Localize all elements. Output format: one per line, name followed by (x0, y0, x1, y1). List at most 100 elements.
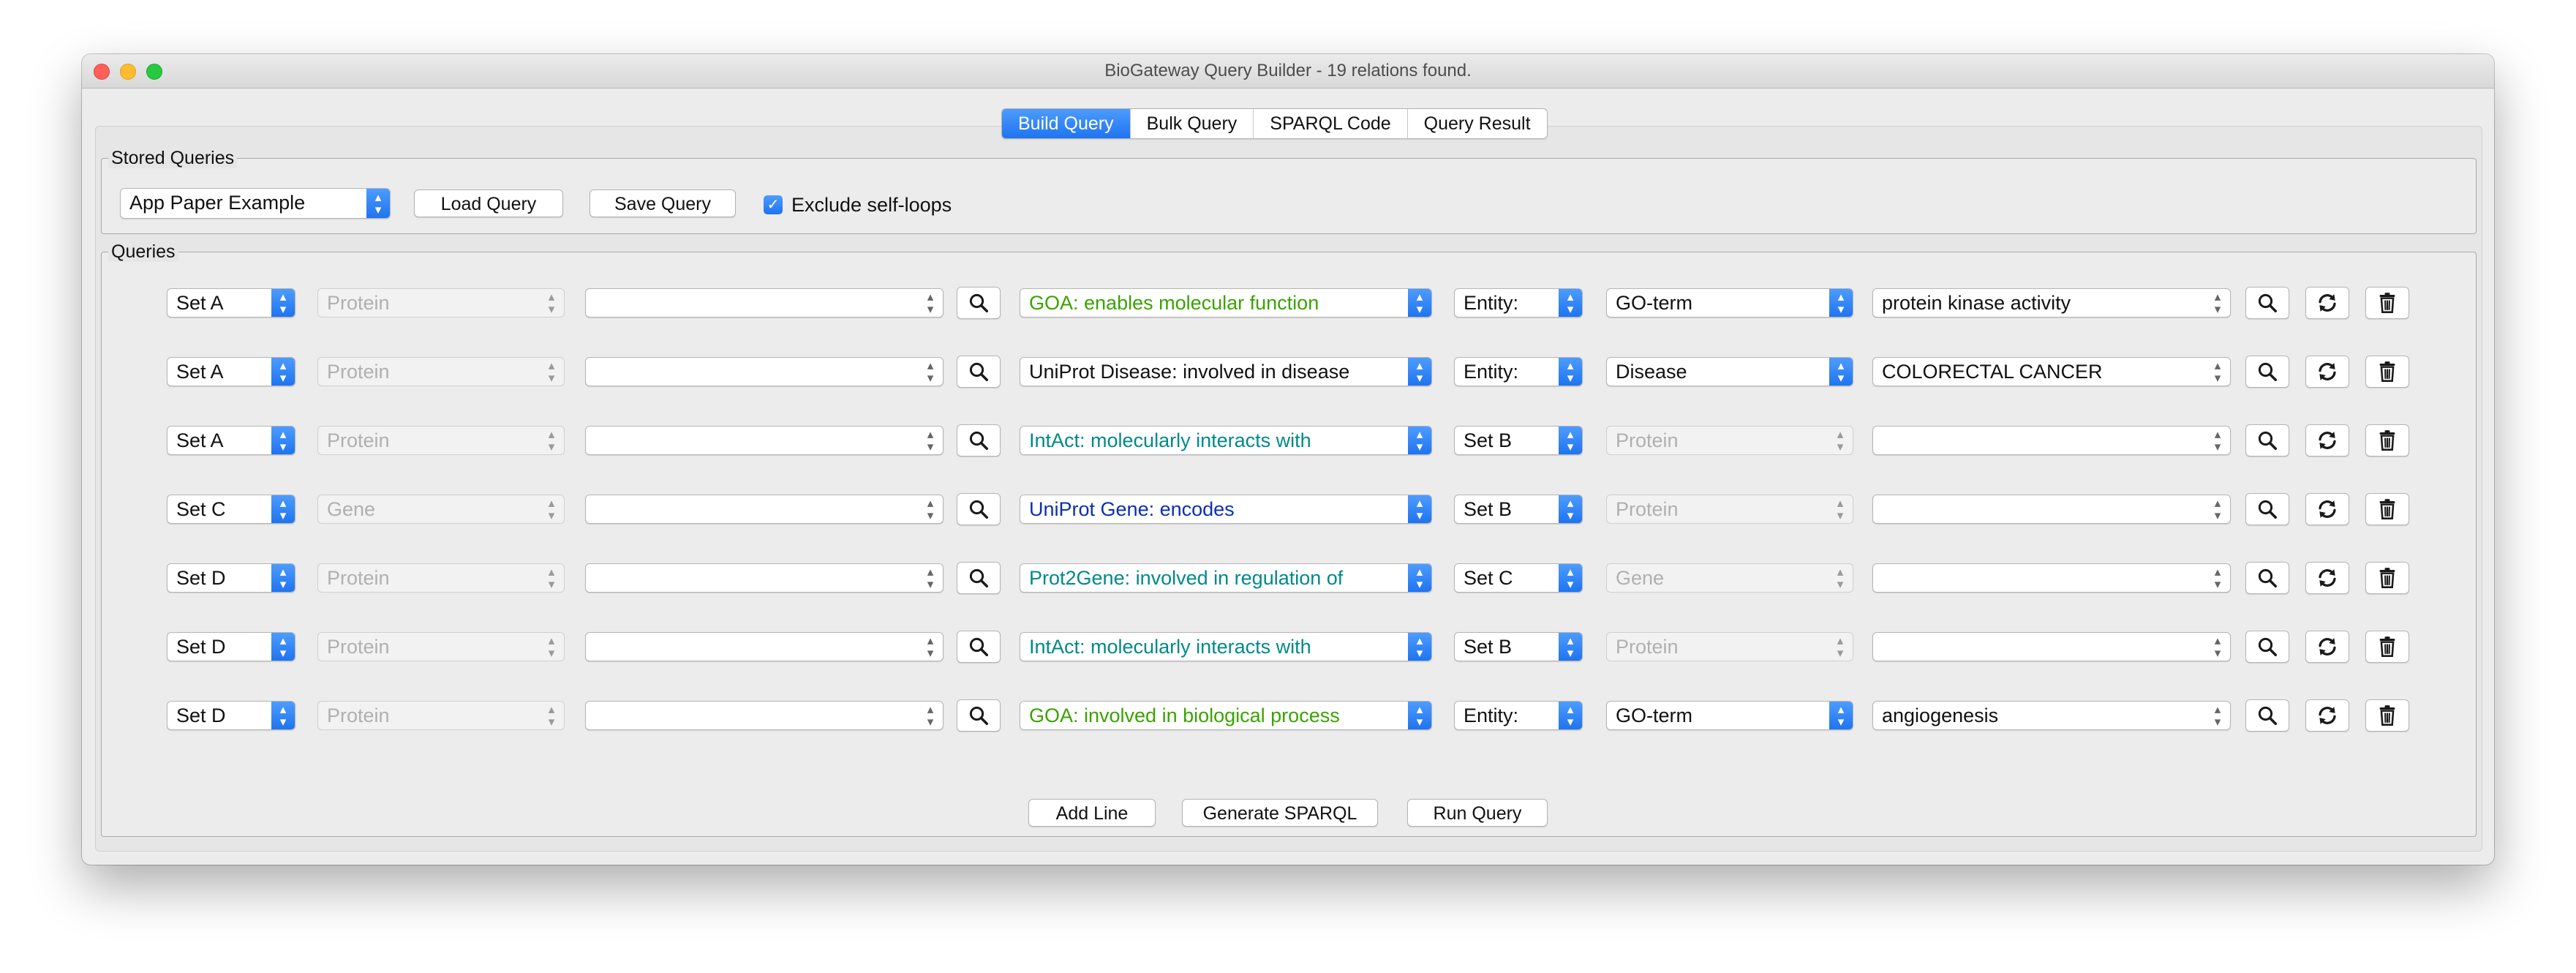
delete-row-button[interactable] (2365, 699, 2409, 732)
subject-search-button[interactable] (957, 493, 1001, 525)
delete-row-button[interactable] (2365, 356, 2409, 388)
object-set-select[interactable]: Set B ▴ ▾ (1454, 426, 1583, 455)
search-icon (2258, 362, 2277, 381)
relation-select[interactable]: IntAct: molecularly interacts with ▴ ▾ (1020, 632, 1432, 661)
relation-select[interactable]: GOA: involved in biological process ▴ ▾ (1020, 701, 1432, 730)
delete-row-button[interactable] (2365, 562, 2409, 594)
window-title: BioGateway Query Builder - 19 relations … (1104, 61, 1472, 80)
stored-query-select[interactable]: App Paper Example ▴ ▾ (120, 188, 391, 219)
object-value-field[interactable]: ▴ ▾ (1872, 495, 2231, 524)
object-type-select-value: Gene (1616, 567, 1665, 589)
chevron-updown-icon: ▴ ▾ (927, 427, 934, 454)
add-line-button[interactable]: Add Line (1028, 799, 1156, 827)
generate-sparql-button[interactable]: Generate SPARQL (1182, 799, 1378, 827)
subject-value-field[interactable]: ▴ ▾ (585, 288, 944, 318)
tab-build-query[interactable]: Build Query (1002, 109, 1130, 138)
subject-search-button[interactable] (957, 287, 1001, 319)
subject-value-field[interactable]: ▴ ▾ (585, 426, 944, 455)
subject-value-field[interactable]: ▴ ▾ (585, 357, 944, 386)
object-set-select[interactable]: Set B ▴ ▾ (1454, 632, 1583, 661)
relation-select-value: IntAct: molecularly interacts with (1029, 636, 1311, 658)
save-query-button[interactable]: Save Query (590, 189, 736, 217)
subject-set-select[interactable]: Set D ▴ ▾ (167, 632, 295, 661)
exclude-self-loops-checkbox[interactable]: ✓ (764, 195, 783, 214)
object-value-field[interactable]: ▴ ▾ (1872, 563, 2231, 593)
subject-value-field[interactable]: ▴ ▾ (585, 495, 944, 524)
object-search-button[interactable] (2245, 699, 2289, 732)
subject-set-select-value: Set A (176, 429, 224, 451)
chevron-updown-icon: ▴ ▾ (1837, 634, 1844, 660)
swap-row-button[interactable] (2305, 356, 2349, 388)
subject-set-select[interactable]: Set A ▴ ▾ (167, 357, 295, 386)
subject-type-select: Protein ▴ ▾ (317, 563, 565, 593)
delete-row-button[interactable] (2365, 424, 2409, 457)
subject-set-select[interactable]: Set A ▴ ▾ (167, 426, 295, 455)
object-value-field[interactable]: ▴ ▾ (1872, 632, 2231, 661)
object-value-field[interactable]: ▴ ▾ (1872, 426, 2231, 455)
subject-search-button[interactable] (957, 424, 1001, 457)
object-set-select[interactable]: Set C ▴ ▾ (1454, 563, 1583, 593)
swap-row-button[interactable] (2305, 699, 2349, 732)
chevron-updown-icon: ▴ ▾ (271, 495, 295, 523)
chevron-updown-icon: ▴ ▾ (2214, 358, 2221, 385)
chevron-updown-icon: ▴ ▾ (1408, 702, 1431, 729)
object-value-field[interactable]: angiogenesis ▴ ▾ (1872, 701, 2231, 730)
chevron-updown-icon: ▴ ▾ (1559, 633, 1582, 661)
chevron-updown-icon: ▴ ▾ (548, 702, 555, 729)
subject-search-button[interactable] (957, 631, 1001, 663)
subject-set-select[interactable]: Set C ▴ ▾ (167, 495, 295, 524)
swap-row-button[interactable] (2305, 287, 2349, 319)
object-type-select: Protein ▴ ▾ (1606, 632, 1853, 661)
subject-value-field[interactable]: ▴ ▾ (585, 563, 944, 593)
subject-value-field[interactable]: ▴ ▾ (585, 701, 944, 730)
object-type-select-value: Protein (1616, 636, 1679, 658)
refresh-icon (2319, 432, 2336, 449)
chevron-updown-icon: ▴ ▾ (271, 427, 295, 454)
object-search-button[interactable] (2245, 493, 2289, 525)
search-icon (969, 637, 988, 656)
relation-select[interactable]: IntAct: molecularly interacts with ▴ ▾ (1020, 426, 1432, 455)
tab-bulk-query[interactable]: Bulk Query (1129, 109, 1254, 138)
object-search-button[interactable] (2245, 287, 2289, 319)
exclude-self-loops-label: Exclude self-loops (791, 194, 952, 216)
delete-row-button[interactable] (2365, 493, 2409, 525)
relation-select[interactable]: UniProt Gene: encodes ▴ ▾ (1020, 495, 1432, 524)
subject-set-select[interactable]: Set D ▴ ▾ (167, 563, 295, 593)
subject-set-select[interactable]: Set D ▴ ▾ (167, 701, 295, 730)
object-search-button[interactable] (2245, 356, 2289, 388)
object-type-select[interactable]: Disease ▴ ▾ (1606, 357, 1853, 386)
object-search-button[interactable] (2245, 562, 2289, 594)
swap-row-button[interactable] (2305, 562, 2349, 594)
run-query-button[interactable]: Run Query (1407, 799, 1548, 827)
object-search-button[interactable] (2245, 631, 2289, 663)
subject-type-select: Protein ▴ ▾ (317, 632, 565, 661)
relation-select[interactable]: Prot2Gene: involved in regulation of ▴ ▾ (1020, 563, 1432, 593)
object-value-field[interactable]: COLORECTAL CANCER ▴ ▾ (1872, 357, 2231, 386)
object-search-button[interactable] (2245, 424, 2289, 457)
object-type-select[interactable]: GO-term ▴ ▾ (1606, 701, 1853, 730)
tab-query-result[interactable]: Query Result (1406, 109, 1547, 138)
subject-search-button[interactable] (957, 356, 1001, 388)
object-set-select[interactable]: Entity: ▴ ▾ (1454, 701, 1583, 730)
swap-row-button[interactable] (2305, 424, 2349, 457)
subject-search-button[interactable] (957, 562, 1001, 594)
trash-icon (2379, 361, 2395, 382)
swap-row-button[interactable] (2305, 631, 2349, 663)
swap-row-button[interactable] (2305, 493, 2349, 525)
chevron-updown-icon: ▴ ▾ (2214, 427, 2221, 454)
relation-select[interactable]: UniProt Disease: involved in disease ▴ ▾ (1020, 357, 1432, 386)
delete-row-button[interactable] (2365, 287, 2409, 319)
subject-value-field[interactable]: ▴ ▾ (585, 632, 944, 661)
chevron-updown-icon: ▴ ▾ (1837, 496, 1844, 522)
object-value-field[interactable]: protein kinase activity ▴ ▾ (1872, 288, 2231, 318)
relation-select[interactable]: GOA: enables molecular function ▴ ▾ (1020, 288, 1432, 318)
subject-set-select[interactable]: Set A ▴ ▾ (167, 288, 295, 318)
object-set-select[interactable]: Entity: ▴ ▾ (1454, 357, 1583, 386)
object-set-select[interactable]: Entity: ▴ ▾ (1454, 288, 1583, 318)
object-type-select[interactable]: GO-term ▴ ▾ (1606, 288, 1853, 318)
tab-sparql-code[interactable]: SPARQL Code (1253, 109, 1406, 138)
object-set-select[interactable]: Set B ▴ ▾ (1454, 495, 1583, 524)
subject-search-button[interactable] (957, 699, 1001, 732)
delete-row-button[interactable] (2365, 631, 2409, 663)
load-query-button[interactable]: Load Query (414, 189, 563, 217)
